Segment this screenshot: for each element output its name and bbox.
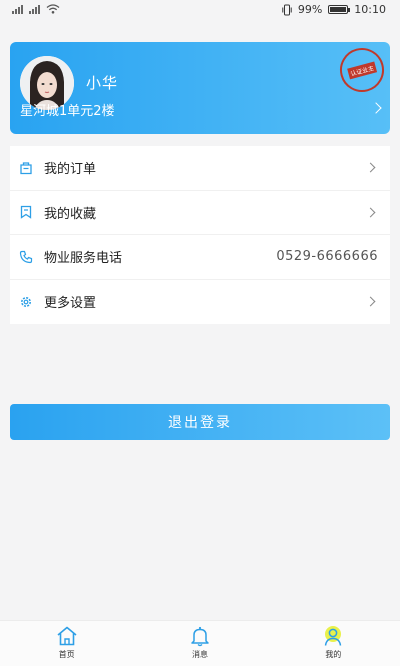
- order-icon: [18, 160, 34, 176]
- chevron-right-icon: [365, 296, 376, 307]
- battery-fill: [330, 7, 347, 12]
- vibrate-icon: [282, 4, 292, 15]
- battery-icon: [328, 5, 351, 14]
- chevron-right-icon: [365, 162, 376, 173]
- menu-item-label: 我的订单: [44, 162, 97, 178]
- tab-messages[interactable]: 消息: [133, 621, 266, 666]
- signal-icon: [12, 4, 23, 14]
- bookmark-icon: [18, 204, 34, 220]
- menu-item-favorites[interactable]: 我的收藏: [10, 191, 390, 235]
- home-icon: [57, 626, 77, 646]
- tab-label: 消息: [191, 650, 208, 659]
- wifi-icon: [46, 4, 60, 14]
- menu-item-settings[interactable]: 更多设置: [10, 280, 390, 325]
- menu-item-label: 更多设置: [44, 296, 97, 312]
- menu-list: 我的订单 我的收藏 物业服务电话 0529-6666666 更多设置: [10, 146, 390, 324]
- tab-me[interactable]: 我的: [267, 621, 400, 666]
- clock: 10:10: [354, 3, 386, 16]
- profile-card[interactable]: 小华 星河城1单元2楼 认证业主: [10, 42, 390, 134]
- bottom-tab-bar: 首页 消息 我的: [0, 620, 400, 666]
- logout-button[interactable]: 退出登录: [10, 404, 390, 440]
- tab-home[interactable]: 首页: [0, 621, 133, 666]
- status-right: 99% 10:10: [282, 3, 386, 16]
- property-phone-number[interactable]: 0529-6666666: [276, 249, 378, 264]
- menu-item-orders[interactable]: 我的订单: [10, 146, 390, 191]
- status-bar: 99% 10:10: [0, 0, 400, 22]
- tab-label: 首页: [58, 650, 75, 659]
- menu-item-label: 物业服务电话: [44, 251, 123, 267]
- bell-icon: [191, 626, 209, 647]
- phone-icon: [18, 249, 34, 265]
- status-left: [12, 4, 60, 14]
- user-icon: [325, 626, 342, 646]
- signal-icon-2: [29, 4, 40, 14]
- user-name: 小华: [86, 74, 119, 92]
- chevron-right-icon[interactable]: [370, 102, 382, 114]
- tab-label: 我的: [325, 650, 342, 659]
- menu-item-label: 我的收藏: [44, 206, 97, 222]
- certification-stamp: 认证业主: [335, 43, 389, 97]
- user-address: 星河城1单元2楼: [20, 104, 115, 119]
- gear-icon: [18, 294, 34, 310]
- battery-percent: 99%: [297, 3, 323, 16]
- menu-item-property-phone[interactable]: 物业服务电话 0529-6666666: [10, 235, 390, 280]
- chevron-right-icon: [365, 207, 376, 218]
- stamp-label: 认证业主: [347, 61, 377, 79]
